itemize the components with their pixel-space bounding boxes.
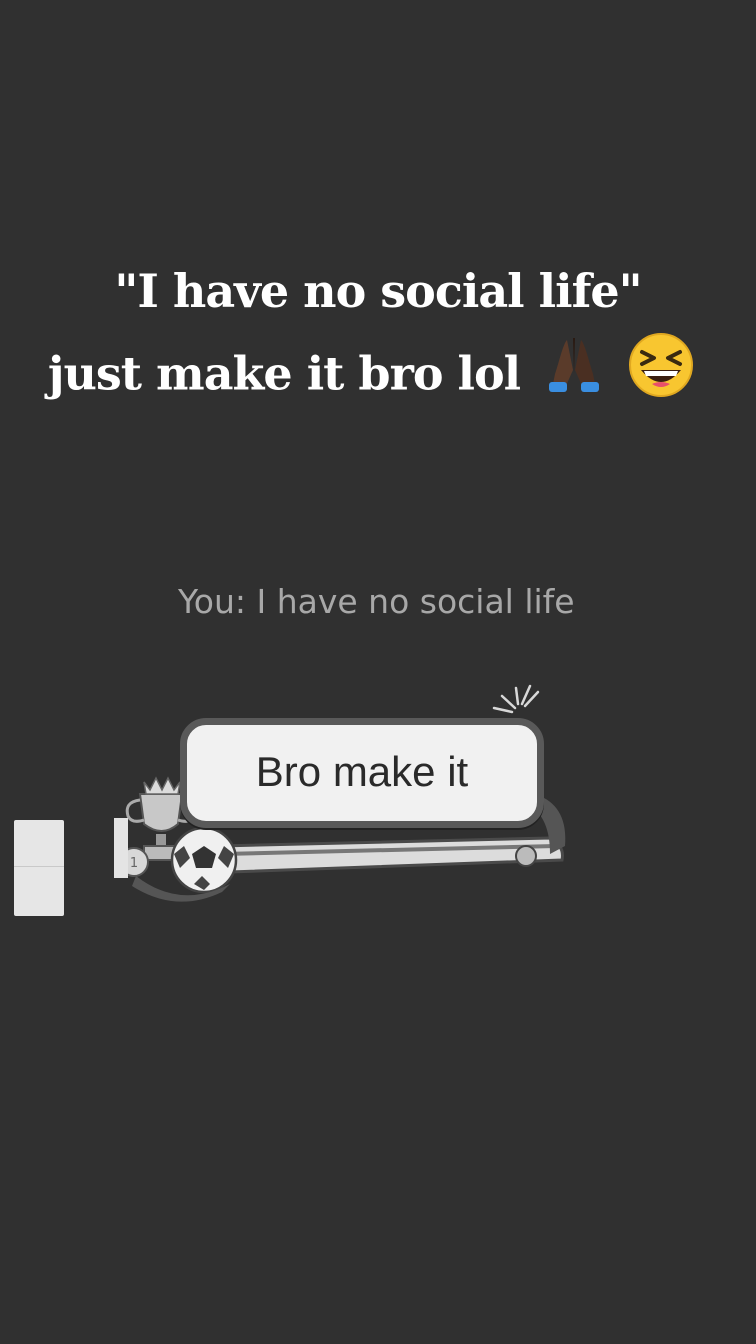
chat-preview-text: You: I have no social life: [178, 582, 575, 621]
caption-line-1: "I have no social life": [114, 264, 642, 318]
chat-bubble-text: Bro make it: [255, 748, 469, 795]
side-card: [14, 820, 64, 916]
caption-line-2: just make it bro lol: [0, 332, 756, 414]
chat-bubble: Bro make it: [180, 718, 544, 828]
video-caption: "I have no social life" just make it bro…: [0, 250, 756, 414]
chat-bubble-frame[interactable]: 1 Bro make it: [110, 678, 580, 918]
sparkle-burst-icon: [492, 684, 540, 714]
laughing-emoji-icon: [628, 332, 694, 423]
soccer-ball-icon: [170, 826, 238, 894]
caption-line-2-text: just make it bro lol: [47, 346, 521, 401]
praying-hands-icon: [545, 334, 603, 421]
svg-text:1: 1: [130, 856, 138, 871]
scarf-badge-icon: [515, 845, 537, 867]
